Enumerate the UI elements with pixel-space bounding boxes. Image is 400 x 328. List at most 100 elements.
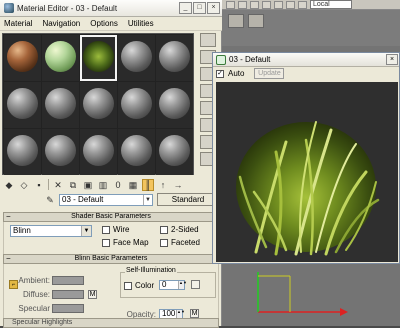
material-slot[interactable] <box>4 129 41 175</box>
material-slot[interactable] <box>4 35 41 81</box>
window-title: Material Editor - 03 - Default <box>17 3 118 13</box>
material-name-value: 03 - Default <box>62 195 104 204</box>
material-sample-sphere <box>83 41 114 72</box>
make-copy-icon[interactable]: ⧉ <box>67 179 79 191</box>
shader-rollout-title: Shader Basic Parameters <box>71 213 151 220</box>
material-name-field[interactable]: 03 - Default ▼ <box>59 194 153 206</box>
material-slot[interactable] <box>118 129 155 175</box>
shader-type-select[interactable]: Blinn ▼ <box>10 225 92 237</box>
material-sample-sphere <box>121 41 152 72</box>
material-sample-sphere <box>159 41 190 72</box>
toolbar-icon[interactable] <box>274 1 283 9</box>
toolbar-separator <box>48 179 49 190</box>
grass-blades <box>238 121 380 256</box>
show-map-in-viewport-icon[interactable]: ▦ <box>127 179 139 191</box>
material-slot[interactable] <box>42 129 79 175</box>
menu-options[interactable]: Options <box>90 19 118 28</box>
preview-app-icon <box>216 54 226 65</box>
put-to-scene-icon[interactable]: ◇ <box>18 179 30 191</box>
material-toolbar: ◆ ◇ ▪ ✕ ⧉ ▣ ▥ 0 ▦ ║ ↑ → <box>0 177 196 192</box>
panel-icon[interactable] <box>248 14 264 28</box>
material-slot[interactable] <box>156 82 193 128</box>
toolbar-icon[interactable] <box>286 1 295 9</box>
pick-material-icon[interactable]: ✎ <box>44 195 56 206</box>
go-forward-to-sibling-icon[interactable]: → <box>172 179 184 191</box>
self-illumination-group: Self-Illumination Color 0 ▲▼ <box>120 267 216 298</box>
material-sample-sphere <box>7 41 38 72</box>
wire-checkbox[interactable]: Wire <box>102 225 129 234</box>
close-button[interactable]: × <box>207 2 220 14</box>
material-sample-sphere <box>121 88 152 119</box>
toolbar-icon[interactable] <box>226 1 235 9</box>
checkbox-box <box>160 225 168 234</box>
close-icon[interactable]: × <box>386 54 398 65</box>
self-illum-map-button[interactable] <box>191 280 200 289</box>
menu-material[interactable]: Material <box>4 19 32 28</box>
spinner-arrows-icon[interactable]: ▲▼ <box>176 310 185 318</box>
face-map-checkbox[interactable]: Face Map <box>102 238 149 247</box>
material-slot[interactable] <box>42 82 79 128</box>
show-end-result-icon[interactable]: ║ <box>142 178 154 191</box>
auto-checkbox[interactable]: ✓ <box>216 69 224 78</box>
material-type-button[interactable]: Standard <box>157 193 219 206</box>
specular-label: Specular <box>18 304 50 313</box>
toolbar-icon[interactable] <box>262 1 271 9</box>
reset-map-icon[interactable]: ✕ <box>52 179 64 191</box>
faceted-checkbox[interactable]: Faceted <box>160 238 200 247</box>
toolbar-icon[interactable] <box>250 1 259 9</box>
material-slot[interactable] <box>80 35 117 81</box>
ambient-label: Ambient: <box>18 276 50 285</box>
self-illum-spinner[interactable]: 0 ▲▼ <box>159 280 187 290</box>
material-slot[interactable] <box>156 35 193 81</box>
material-slot[interactable] <box>80 129 117 175</box>
material-sample-sphere <box>83 88 114 119</box>
spinner-arrows-icon[interactable]: ▲▼ <box>178 281 187 289</box>
maximize-button[interactable]: □ <box>193 2 206 14</box>
face-map-label: Face Map <box>113 238 149 247</box>
menu-navigation[interactable]: Navigation <box>42 19 80 28</box>
diffuse-color-swatch[interactable] <box>52 290 84 299</box>
chevron-down-icon[interactable]: ▼ <box>143 195 152 205</box>
go-to-parent-icon[interactable]: ↑ <box>157 179 169 191</box>
assign-to-selection-icon[interactable]: ▪ <box>33 179 45 191</box>
checkbox-box <box>124 281 132 290</box>
menu-bar: Material Navigation Options Utilities <box>0 17 222 31</box>
ambient-color-swatch[interactable] <box>52 276 84 285</box>
opacity-value: 100 <box>162 309 176 318</box>
transform-gizmo <box>257 272 348 316</box>
material-slot[interactable] <box>42 35 79 81</box>
update-button[interactable]: Update <box>254 68 285 79</box>
diffuse-map-button[interactable]: M <box>88 290 97 299</box>
blinn-rollout-header[interactable]: − Blinn Basic Parameters <box>3 254 219 264</box>
shader-rollout-header[interactable]: − Shader Basic Parameters <box>3 212 219 222</box>
menu-utilities[interactable]: Utilities <box>128 19 154 28</box>
panel-icon[interactable] <box>228 14 244 28</box>
material-slot[interactable] <box>118 82 155 128</box>
put-to-library-icon[interactable]: ▥ <box>97 179 109 191</box>
material-sample-sphere <box>7 135 38 166</box>
sample-type-icon[interactable] <box>200 33 216 47</box>
material-slot[interactable] <box>156 129 193 175</box>
material-effects-channel-icon[interactable]: 0 <box>112 179 124 191</box>
opacity-map-button[interactable]: M <box>190 309 199 318</box>
preview-titlebar[interactable]: 03 - Default × <box>213 53 399 67</box>
material-slot[interactable] <box>118 35 155 81</box>
preview-title: 03 - Default <box>229 55 271 64</box>
two-sided-checkbox[interactable]: 2-Sided <box>160 225 199 234</box>
toolbar-icon[interactable] <box>238 1 247 9</box>
self-illum-value: 0 <box>162 280 167 289</box>
minimize-button[interactable]: _ <box>179 2 192 14</box>
toolbar-icon[interactable] <box>298 1 307 9</box>
color-label: Color <box>135 281 155 290</box>
get-material-icon[interactable]: ◆ <box>3 179 15 191</box>
material-editor-app-icon <box>4 3 14 13</box>
coordinate-system-dropdown[interactable]: Local <box>310 0 352 9</box>
self-illum-color-checkbox[interactable]: Color <box>124 281 154 290</box>
material-sample-sphere <box>45 88 76 119</box>
material-slot[interactable] <box>80 82 117 128</box>
make-unique-icon[interactable]: ▣ <box>82 179 94 191</box>
specular-highlights-rollout-header[interactable]: Specular Highlights <box>3 318 219 328</box>
material-slot[interactable] <box>4 82 41 128</box>
material-editor-titlebar[interactable]: Material Editor - 03 - Default _ □ × <box>0 0 222 17</box>
specular-color-swatch[interactable] <box>52 304 84 313</box>
